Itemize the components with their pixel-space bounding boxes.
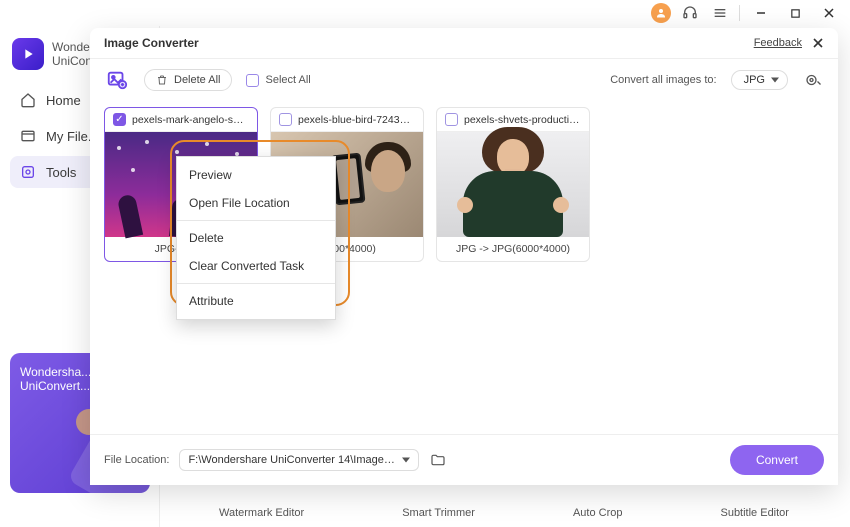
card-thumbnail[interactable] xyxy=(437,132,589,237)
file-location-label: File Location: xyxy=(104,454,169,466)
select-all-label: Select All xyxy=(265,74,310,86)
tools-icon xyxy=(20,164,36,180)
hamburger-icon[interactable] xyxy=(709,2,731,24)
menu-preview[interactable]: Preview xyxy=(177,161,335,189)
card-checkbox[interactable] xyxy=(445,113,458,126)
menu-delete[interactable]: Delete xyxy=(177,224,335,252)
image-card[interactable]: pexels-shvets-production... JPG -> JPG(6… xyxy=(436,107,590,262)
close-icon[interactable] xyxy=(812,37,824,49)
tab-autocrop[interactable]: Auto Crop xyxy=(573,507,623,519)
convert-to-label: Convert all images to: xyxy=(610,74,716,86)
modal-title: Image Converter xyxy=(104,36,199,50)
minimize-button[interactable] xyxy=(748,2,774,24)
context-menu: Preview Open File Location Delete Clear … xyxy=(176,156,336,320)
card-filename: pexels-shvets-production... xyxy=(464,114,581,126)
files-icon xyxy=(20,128,36,144)
tab-watermark[interactable]: Watermark Editor xyxy=(219,507,304,519)
main-window: Wonder... UniCon... Home My File... Tool… xyxy=(0,0,850,527)
logo-badge-icon xyxy=(12,38,44,70)
trash-icon xyxy=(156,74,168,86)
menu-separator xyxy=(177,283,335,284)
select-all-checkbox[interactable]: Select All xyxy=(246,74,310,87)
user-avatar[interactable] xyxy=(651,3,671,23)
modal-footer: File Location: F:\Wondershare UniConvert… xyxy=(90,434,838,485)
sidebar-label: Home xyxy=(46,93,81,108)
titlebar xyxy=(0,0,850,26)
feedback-link[interactable]: Feedback xyxy=(754,37,802,49)
convert-label: Convert xyxy=(756,453,798,467)
card-checkbox[interactable] xyxy=(113,113,126,126)
headset-icon[interactable] xyxy=(679,2,701,24)
toolbar: Delete All Select All Convert all images… xyxy=(90,59,838,101)
menu-attribute[interactable]: Attribute xyxy=(177,287,335,315)
checkbox-icon xyxy=(246,74,259,87)
output-settings-icon[interactable] xyxy=(802,69,824,91)
card-filename: pexels-blue-bird-7243156... xyxy=(298,114,415,126)
home-icon xyxy=(20,92,36,108)
sidebar-label: Tools xyxy=(46,165,76,180)
card-footer: JPG -> JPG(6000*4000) xyxy=(437,237,589,261)
open-folder-icon[interactable] xyxy=(429,451,447,469)
tab-trimmer[interactable]: Smart Trimmer xyxy=(402,507,475,519)
card-checkbox[interactable] xyxy=(279,113,292,126)
tab-subtitle[interactable]: Subtitle Editor xyxy=(720,507,788,519)
maximize-button[interactable] xyxy=(782,2,808,24)
bottom-tool-tabs: Watermark Editor Smart Trimmer Auto Crop… xyxy=(170,507,838,519)
close-window-button[interactable] xyxy=(816,2,842,24)
format-select[interactable]: JPG xyxy=(731,70,788,90)
file-location-value: F:\Wondershare UniConverter 14\Image Out… xyxy=(188,454,419,466)
format-value: JPG xyxy=(744,74,765,86)
convert-button[interactable]: Convert xyxy=(730,445,824,475)
file-location-select[interactable]: F:\Wondershare UniConverter 14\Image Out… xyxy=(179,449,419,471)
delete-all-label: Delete All xyxy=(174,74,220,86)
delete-all-button[interactable]: Delete All xyxy=(144,69,232,91)
add-image-button[interactable] xyxy=(104,67,130,93)
menu-open-location[interactable]: Open File Location xyxy=(177,189,335,217)
card-filename: pexels-mark-angelo-sam... xyxy=(132,114,249,126)
menu-clear-converted[interactable]: Clear Converted Task xyxy=(177,252,335,280)
modal-header: Image Converter Feedback xyxy=(90,28,838,59)
menu-separator xyxy=(177,220,335,221)
